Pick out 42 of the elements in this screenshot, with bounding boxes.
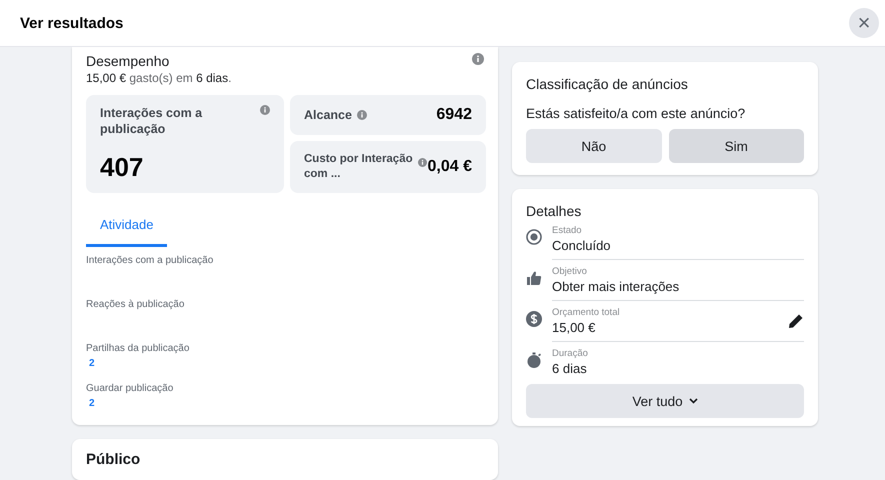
metric-label: Custo por Interação com ... — [304, 152, 414, 182]
activity-value: 2 — [89, 358, 95, 369]
tab[interactable]: Atividade — [86, 207, 168, 247]
activity-label: Interações com a publicação — [86, 255, 214, 266]
activity-value: 2 — [89, 398, 95, 409]
radio-icon — [526, 229, 542, 245]
detail-label: Orçamento total — [552, 307, 620, 318]
pencil-icon[interactable] — [788, 313, 804, 329]
section-title: Público — [86, 451, 142, 468]
see-all-button[interactable]: Ver tudo — [526, 384, 804, 418]
detail-value: 6 dias — [552, 361, 588, 376]
rating-question: Estás satisfeito/a com este anúncio? — [526, 106, 746, 121]
metric-value: 6942 — [436, 106, 472, 124]
info-icon — [472, 53, 484, 65]
answer-button[interactable]: Sim — [668, 129, 804, 163]
section-title: Classificação de anúncios — [526, 76, 689, 92]
metric-label: Alcance — [304, 106, 352, 124]
metric-value: 0,04 € — [428, 158, 472, 176]
activity-label: Reações à publicação — [86, 299, 184, 310]
dollar-icon — [526, 311, 542, 327]
section-title: Detalhes — [526, 203, 582, 219]
activity-label: Partilhas da publicação — [86, 343, 190, 354]
metric-value: 407 — [100, 152, 144, 183]
section-title: Desempenho — [86, 53, 170, 69]
info-icon — [418, 158, 427, 167]
metric-label: Interações com a publicação — [100, 105, 204, 138]
detail-label: Objetivo — [552, 266, 588, 277]
detail-label: Duração — [552, 348, 588, 359]
spend-summary: 15,00 € gasto(s) em 6 dias. — [86, 71, 232, 85]
dialog-title: Ver resultados — [20, 14, 124, 32]
detail-value: Obter mais interações — [552, 279, 680, 294]
activity-label: Guardar publicação — [86, 383, 174, 394]
chevron-down-icon — [688, 398, 698, 404]
stopwatch-icon — [526, 352, 542, 368]
detail-label: Estado — [552, 225, 583, 236]
info-icon — [356, 110, 367, 120]
detail-value: 15,00 € — [552, 320, 596, 335]
answer-button[interactable]: Não — [526, 129, 662, 163]
close-button[interactable]: × — [849, 8, 879, 38]
detail-value: Concluído — [552, 238, 611, 253]
thumbs-up-icon — [526, 270, 542, 286]
info-icon — [260, 105, 270, 115]
